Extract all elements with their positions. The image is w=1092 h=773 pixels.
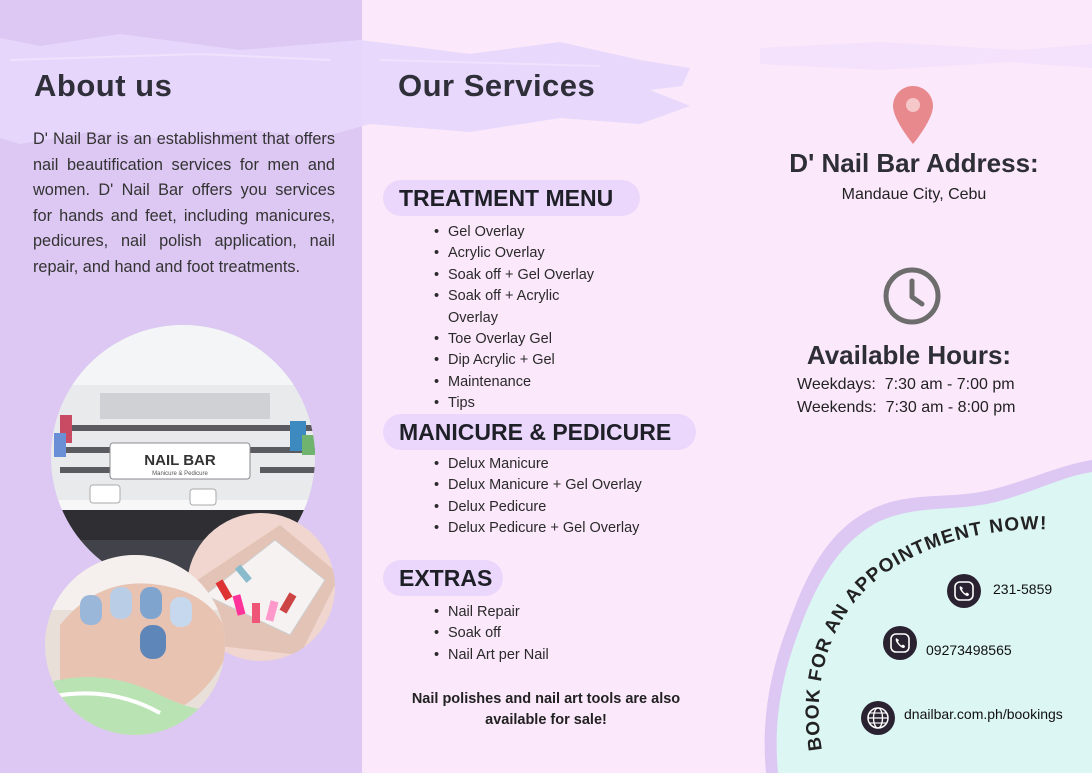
about-title: About us bbox=[34, 68, 173, 103]
location-pin-icon bbox=[893, 86, 933, 144]
booking-website-link[interactable]: dnailbar.com.ph/bookings bbox=[904, 706, 1063, 722]
booking-cta: BOOK FOR AN APPOINTMENT NOW! bbox=[803, 513, 1047, 752]
brochure-page: About us D' Nail Bar is an establishment… bbox=[0, 0, 1092, 773]
treatment-menu-list: Gel Overlay Acrylic Overlay Soak off + G… bbox=[428, 222, 628, 415]
list-item: Delux Manicure + Gel Overlay bbox=[428, 475, 688, 497]
list-item: Soak off + Acrylic Overlay bbox=[428, 286, 568, 329]
globe-icon bbox=[867, 707, 889, 729]
list-item: Nail Art per Nail bbox=[428, 645, 628, 667]
weekdays-hours: Weekdays: 7:30 am - 7:00 pm bbox=[797, 376, 1015, 393]
list-item: Soak off bbox=[428, 623, 628, 645]
list-item: Nail Repair bbox=[428, 602, 628, 624]
phone-number[interactable]: 231-5859 bbox=[993, 581, 1052, 597]
globe-icon-circle bbox=[861, 701, 895, 735]
mobile-number[interactable]: 09273498565 bbox=[926, 642, 1012, 658]
address-title: D' Nail Bar Address: bbox=[789, 148, 1039, 178]
treatment-menu-heading: TREATMENT MENU bbox=[383, 180, 640, 216]
list-item: Toe Overlay Gel bbox=[428, 329, 628, 351]
about-text: D' Nail Bar is an establishment that off… bbox=[33, 130, 335, 276]
salon-sign-text: NAIL BAR bbox=[144, 452, 216, 469]
salon-sign-subtext: Manicure & Pedicure bbox=[152, 471, 208, 477]
phone-icon-2 bbox=[883, 626, 917, 660]
manicure-pedicure-list: Delux Manicure Delux Manicure + Gel Over… bbox=[428, 454, 688, 540]
list-item: Delux Pedicure + Gel Overlay bbox=[428, 518, 688, 540]
sale-note: Nail polishes and nail art tools are als… bbox=[411, 691, 681, 728]
list-item: Gel Overlay bbox=[428, 222, 628, 244]
phone-icon bbox=[954, 581, 974, 601]
clock-icon bbox=[883, 267, 941, 325]
phone-icon-1 bbox=[947, 574, 981, 608]
list-item: Tips bbox=[428, 393, 628, 415]
list-item: Maintenance bbox=[428, 372, 628, 394]
extras-list: Nail Repair Soak off Nail Art per Nail bbox=[428, 602, 628, 667]
extras-heading: EXTRAS bbox=[383, 560, 503, 596]
weekends-hours: Weekends: 7:30 am - 8:00 pm bbox=[797, 399, 1016, 416]
services-title: Our Services bbox=[398, 68, 596, 103]
phone-icon bbox=[890, 633, 910, 653]
list-item: Delux Pedicure bbox=[428, 497, 688, 519]
list-item: Soak off + Gel Overlay bbox=[428, 265, 628, 287]
list-item: Delux Manicure bbox=[428, 454, 688, 476]
photo-collage: NAIL BAR Manicure & Pedicure bbox=[45, 325, 335, 735]
address-text: Mandaue City, Cebu bbox=[841, 186, 987, 203]
list-item: Dip Acrylic + Gel bbox=[428, 350, 628, 372]
manicure-pedicure-heading: MANICURE & PEDICURE bbox=[383, 414, 696, 450]
list-item: Acrylic Overlay bbox=[428, 243, 628, 265]
hours-title: Available Hours: bbox=[806, 340, 1012, 370]
